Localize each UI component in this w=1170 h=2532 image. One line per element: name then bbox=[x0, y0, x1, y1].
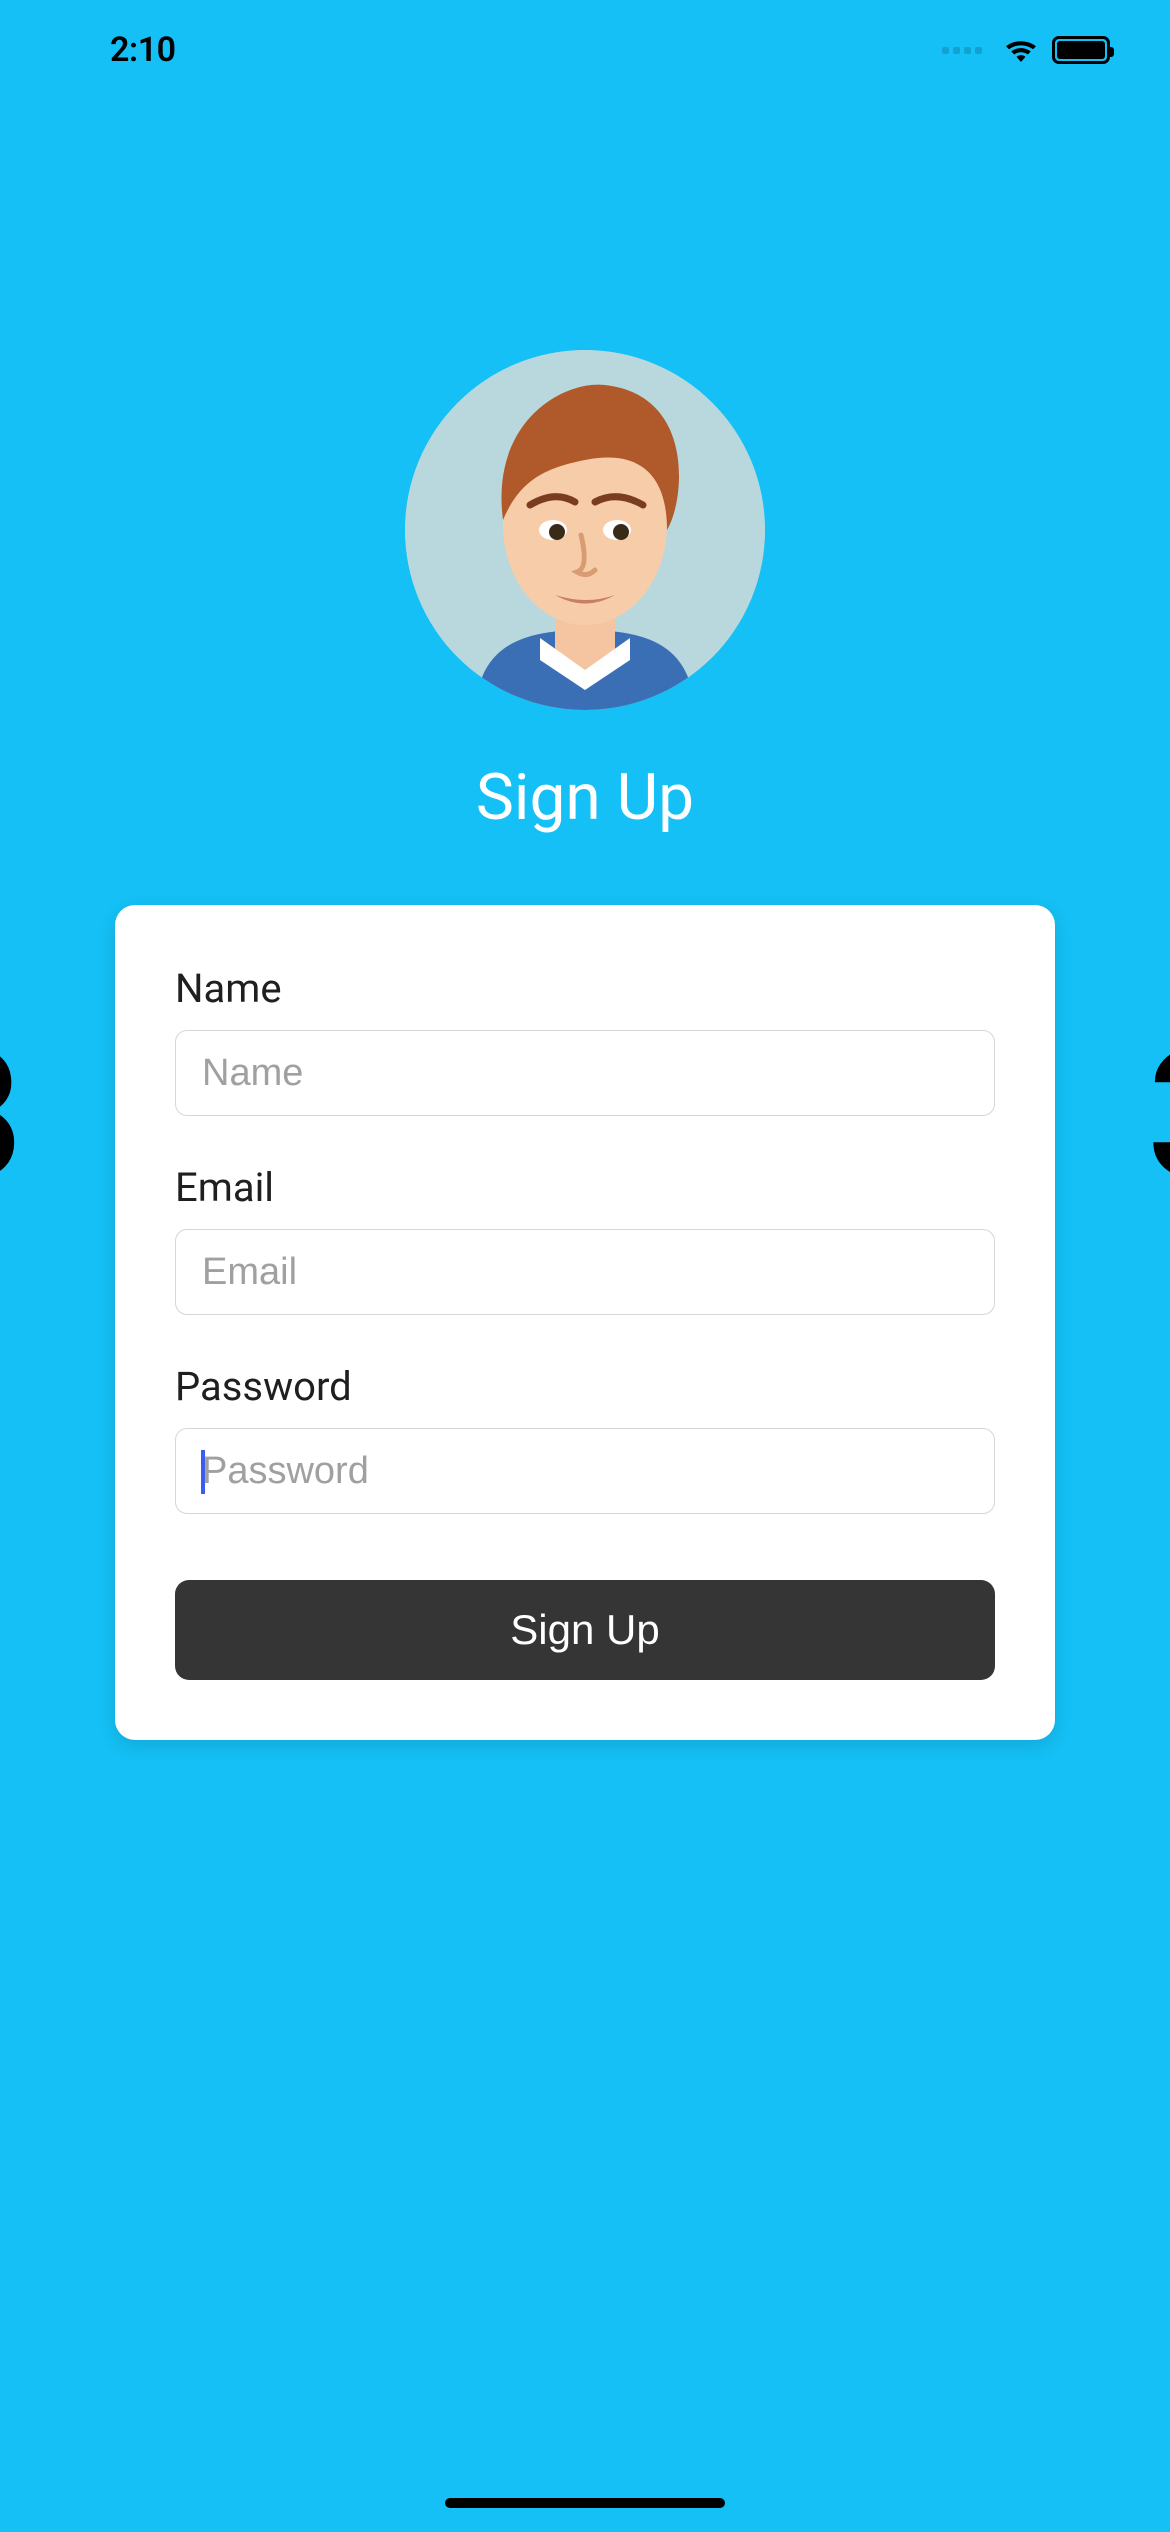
signup-button[interactable]: Sign Up bbox=[175, 1580, 995, 1680]
page-title: Sign Up bbox=[476, 760, 694, 835]
email-field-group: Email bbox=[175, 1164, 995, 1315]
name-field-group: Name bbox=[175, 965, 995, 1116]
password-field-group: Password bbox=[175, 1363, 995, 1514]
avatar bbox=[405, 350, 765, 710]
email-label: Email bbox=[175, 1164, 995, 1211]
password-input[interactable] bbox=[175, 1428, 995, 1514]
signup-card: Name Email Password Sign Up bbox=[115, 905, 1055, 1740]
home-indicator[interactable] bbox=[445, 2498, 725, 2508]
name-input[interactable] bbox=[175, 1030, 995, 1116]
password-label: Password bbox=[175, 1363, 995, 1410]
email-input[interactable] bbox=[175, 1229, 995, 1315]
text-cursor bbox=[201, 1450, 205, 1494]
name-label: Name bbox=[175, 965, 995, 1012]
